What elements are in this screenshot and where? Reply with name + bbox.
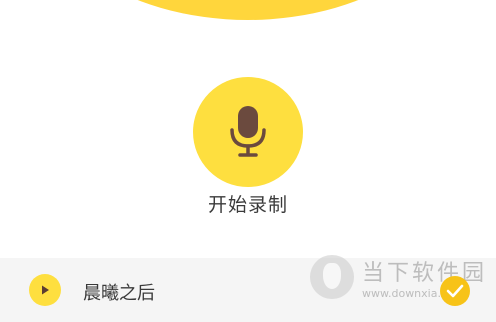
play-icon bbox=[42, 285, 49, 295]
play-button[interactable] bbox=[29, 274, 61, 306]
microphone-icon bbox=[230, 106, 266, 157]
recording-title: 晨曦之后 bbox=[83, 283, 155, 304]
record-label: 开始录制 bbox=[207, 194, 288, 216]
record-button[interactable] bbox=[193, 77, 303, 187]
recording-list-item[interactable]: 晨曦之后 bbox=[0, 258, 496, 322]
header-yellow-arc bbox=[0, 0, 496, 22]
check-icon bbox=[446, 284, 464, 298]
check-badge bbox=[440, 276, 470, 306]
